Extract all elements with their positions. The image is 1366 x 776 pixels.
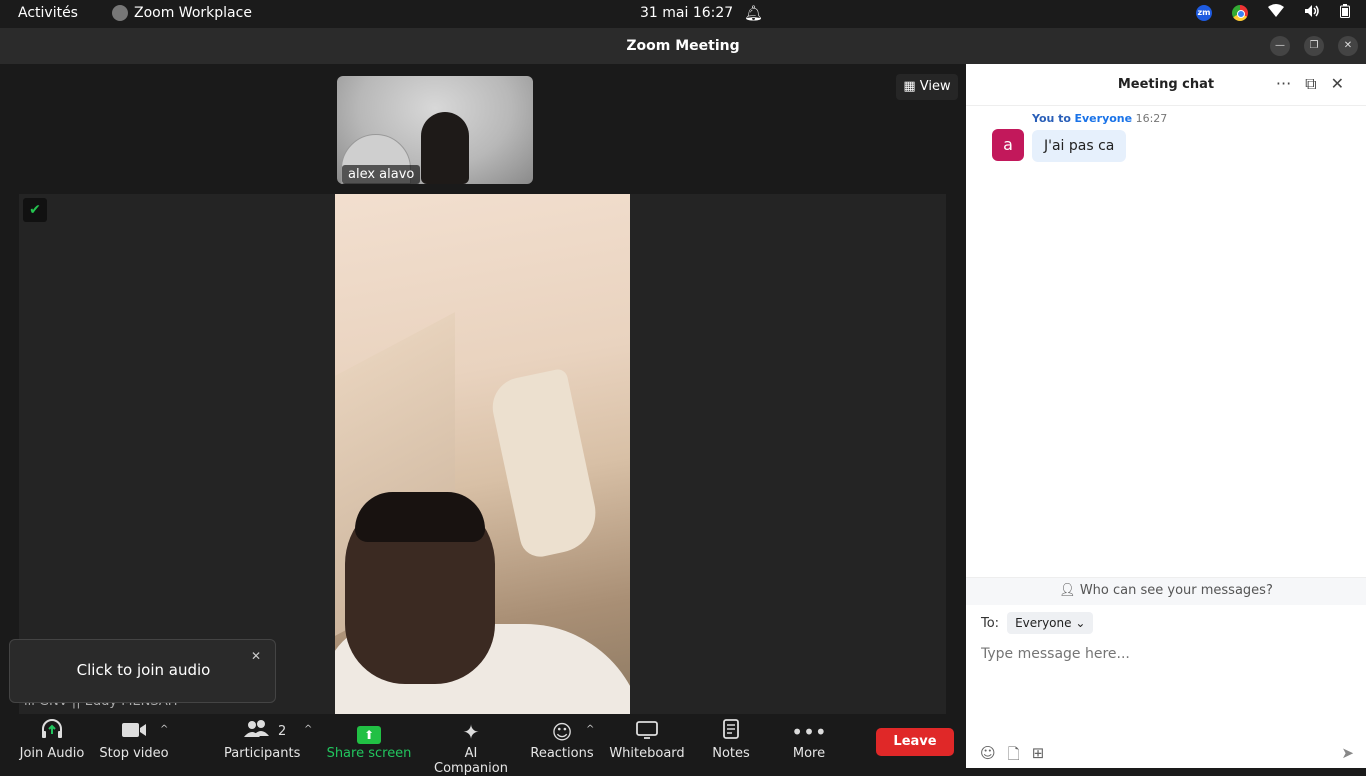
battery-icon[interactable] bbox=[1340, 4, 1350, 22]
share-screen-label: Share screen bbox=[326, 746, 412, 761]
meeting-toolbar: Join Audio Stop video ^ Participants 2 ^… bbox=[0, 716, 966, 776]
wifi-icon[interactable] bbox=[1268, 4, 1284, 22]
chat-close-icon[interactable]: ✕ bbox=[1331, 74, 1344, 94]
chat-header-actions: ··· ⧉ ✕ bbox=[1276, 74, 1344, 94]
whiteboard-button[interactable]: Whiteboard bbox=[608, 716, 686, 768]
smiley-plus-icon: ☺︎ bbox=[551, 720, 573, 744]
ai-companion-label: AI Companion bbox=[434, 746, 508, 776]
share-screen-icon: ⬆ bbox=[326, 716, 412, 744]
grid-view-icon: ▦ bbox=[903, 79, 916, 94]
window-title: Zoom Meeting bbox=[626, 38, 740, 54]
window-controls: — ❐ ✕ bbox=[1270, 36, 1358, 56]
security-shield-icon[interactable]: ✔ bbox=[23, 198, 47, 222]
ai-companion-button[interactable]: ✦ AI Companion bbox=[426, 716, 516, 776]
view-label: View bbox=[919, 79, 951, 94]
who-can-see-link[interactable]: 👤︎ Who can see your messages? bbox=[966, 577, 1366, 605]
notes-label: Notes bbox=[712, 746, 750, 761]
join-audio-button[interactable]: Join Audio bbox=[18, 716, 86, 768]
meeting-chat-panel: Meeting chat ··· ⧉ ✕ You to Everyone 16:… bbox=[966, 64, 1366, 768]
stop-video-label: Stop video bbox=[99, 746, 169, 761]
video-towel bbox=[487, 367, 603, 561]
whiteboard-icon bbox=[608, 716, 686, 744]
volume-icon[interactable] bbox=[1304, 4, 1320, 22]
thumbnail-name: alex alavo bbox=[342, 165, 421, 184]
avatar: a bbox=[992, 129, 1024, 161]
chrome-tray-icon[interactable] bbox=[1232, 5, 1248, 21]
participants-label: Participants bbox=[224, 746, 301, 761]
os-top-bar: Activités Zoom Workplace 31 mai 16:27 🔔︎… bbox=[0, 0, 1366, 28]
screenshot-icon[interactable]: ⊞ bbox=[1032, 744, 1045, 769]
to-label: To: bbox=[981, 615, 1000, 631]
message-recipient: Everyone bbox=[1074, 112, 1133, 125]
headphones-icon bbox=[18, 716, 86, 744]
window-title-bar: Zoom Meeting — ❐ ✕ bbox=[0, 28, 1366, 64]
send-icon[interactable]: ➤ bbox=[1341, 744, 1354, 762]
participants-button[interactable]: Participants bbox=[224, 716, 300, 768]
clock[interactable]: 31 mai 16:27 bbox=[640, 5, 733, 21]
notes-button[interactable]: Notes bbox=[706, 716, 756, 768]
whiteboard-label: Whiteboard bbox=[609, 746, 685, 761]
reactions-options-chevron-icon[interactable]: ^ bbox=[586, 724, 594, 735]
app-name: Zoom Workplace bbox=[134, 5, 252, 21]
who-can-see-text: Who can see your messages? bbox=[1079, 583, 1273, 598]
sparkle-icon: ✦ bbox=[462, 720, 480, 744]
share-screen-button[interactable]: ⬆ Share screen bbox=[326, 716, 412, 768]
leave-button[interactable]: Leave bbox=[876, 728, 954, 756]
join-audio-toast[interactable]: Click to join audio ✕ bbox=[9, 639, 276, 703]
notification-bell-icon[interactable]: 🔔︎ bbox=[744, 4, 763, 22]
system-tray: zm bbox=[1196, 4, 1350, 22]
app-menu[interactable]: Zoom Workplace bbox=[112, 5, 252, 21]
participants-options-chevron-icon[interactable]: ^ bbox=[304, 724, 312, 735]
chat-more-icon[interactable]: ··· bbox=[1276, 74, 1291, 94]
chat-message-bubble[interactable]: J'ai pas ca bbox=[1032, 130, 1127, 162]
message-time: 16:27 bbox=[1135, 112, 1168, 125]
activities-button[interactable]: Activités bbox=[18, 5, 78, 21]
restore-icon[interactable]: ❐ bbox=[1304, 36, 1324, 56]
active-speaker-video bbox=[335, 194, 630, 714]
notes-icon bbox=[706, 716, 756, 744]
message-sender: You to bbox=[1032, 112, 1071, 125]
message-input[interactable] bbox=[981, 646, 1351, 662]
recipient-select[interactable]: Everyone ⌄ bbox=[1007, 612, 1094, 634]
view-button[interactable]: ▦ View bbox=[896, 74, 958, 100]
zoom-app-icon bbox=[112, 5, 128, 21]
video-stage: alex alavo ▦ View ✔ bbox=[0, 64, 966, 716]
pop-out-icon[interactable]: ⧉ bbox=[1305, 74, 1316, 94]
emoji-icon[interactable]: ☺︎ bbox=[980, 744, 996, 769]
reactions-label: Reactions bbox=[530, 746, 594, 761]
participant-silhouette bbox=[421, 112, 469, 184]
more-button[interactable]: ••• More bbox=[784, 716, 834, 768]
participants-icon bbox=[224, 716, 300, 744]
close-icon[interactable]: ✕ bbox=[1338, 36, 1358, 56]
recipient-value: Everyone bbox=[1015, 616, 1072, 630]
more-label: More bbox=[792, 746, 826, 761]
video-options-chevron-icon[interactable]: ^ bbox=[160, 724, 168, 735]
join-audio-toast-text[interactable]: Click to join audio bbox=[10, 661, 277, 679]
message-meta: You to Everyone 16:27 bbox=[1032, 112, 1167, 125]
toast-close-icon[interactable]: ✕ bbox=[251, 649, 261, 663]
participants-count: 2 bbox=[278, 724, 287, 739]
chat-header: Meeting chat ··· ⧉ ✕ bbox=[966, 64, 1366, 106]
reactions-button[interactable]: ☺︎ Reactions bbox=[530, 716, 594, 768]
zoom-tray-icon[interactable]: zm bbox=[1196, 5, 1212, 21]
video-hair bbox=[355, 492, 485, 542]
recipient-row: To: Everyone ⌄ bbox=[981, 612, 1094, 634]
more-dots-icon: ••• bbox=[791, 720, 827, 744]
participant-thumbnail[interactable]: alex alavo bbox=[337, 76, 533, 184]
chat-input-actions: ☺︎ 🗋︎ ⊞ bbox=[980, 744, 1044, 769]
minimize-icon[interactable]: — bbox=[1270, 36, 1290, 56]
file-icon[interactable]: 🗋︎ bbox=[1008, 744, 1020, 769]
chevron-down-icon: ⌄ bbox=[1075, 616, 1086, 630]
person-lock-icon: 👤︎ bbox=[1059, 583, 1076, 598]
active-speaker-tile[interactable]: ✔ bbox=[19, 194, 946, 714]
join-audio-label: Join Audio bbox=[19, 746, 85, 761]
